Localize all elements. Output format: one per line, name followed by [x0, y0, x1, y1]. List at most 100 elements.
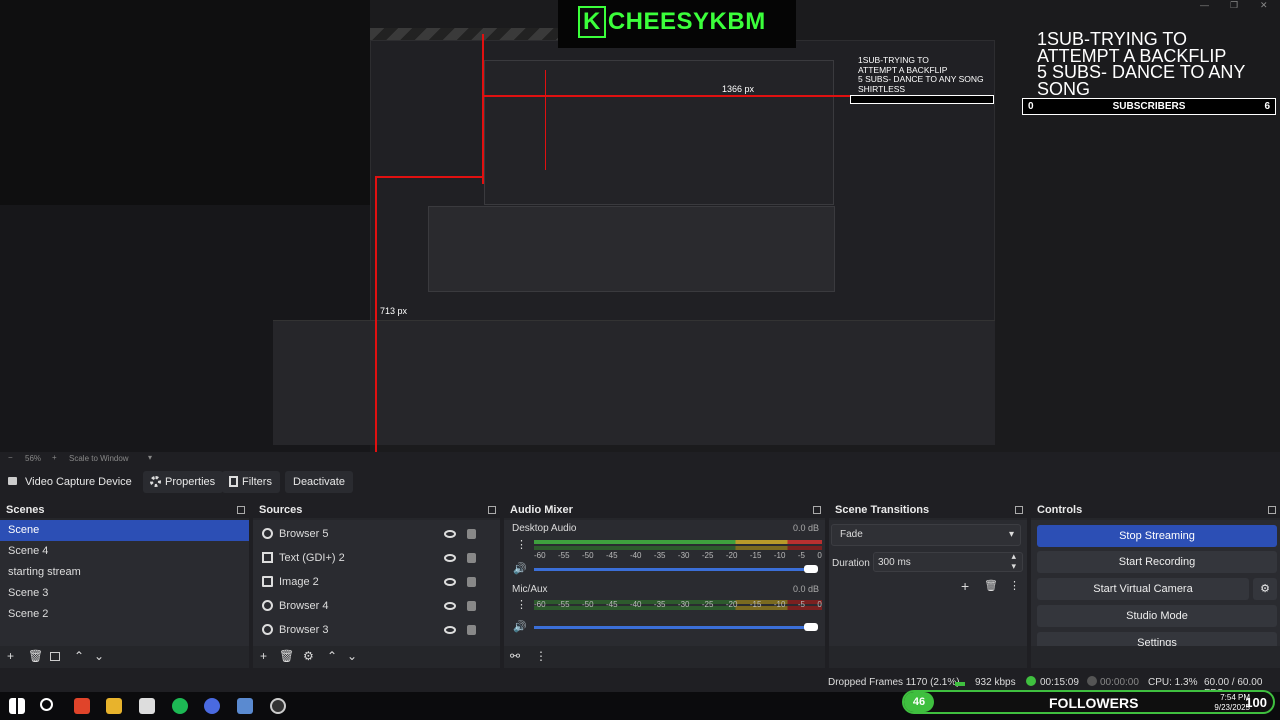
scene-item[interactable]: starting stream	[0, 562, 249, 583]
channel-db: 0.0 dB	[792, 523, 819, 533]
zoom-level: 56%	[25, 454, 42, 463]
scene-item[interactable]: Scene	[0, 520, 249, 541]
scene-item[interactable]: Scene 2	[0, 604, 249, 625]
brave-browser-icon[interactable]	[74, 698, 90, 714]
zoom-out-icon[interactable]: −	[8, 453, 13, 462]
speaker-icon[interactable]: 🔊	[513, 562, 527, 575]
text-icon	[262, 552, 273, 563]
scene-item[interactable]: Scene 3	[0, 583, 249, 604]
lock-icon[interactable]	[467, 601, 476, 611]
move-down-icon[interactable]: ⌄	[347, 649, 357, 663]
trash-icon[interactable]: 🗑	[984, 579, 998, 592]
eye-icon[interactable]	[444, 578, 456, 586]
trash-icon[interactable]: 🗑	[28, 649, 43, 663]
start-recording-button[interactable]: Start Recording	[1037, 551, 1277, 573]
trash-icon[interactable]: 🗑	[279, 649, 294, 663]
source-item[interactable]: Image 2	[253, 570, 490, 594]
source-item[interactable]: Browser 4	[253, 594, 490, 618]
search-icon[interactable]	[40, 698, 53, 711]
kebab-menu-icon[interactable]: ⋮	[516, 538, 527, 551]
source-item[interactable]: Text (GDI+) 2	[253, 546, 490, 570]
kebab-menu-icon[interactable]: ⋮	[1009, 579, 1020, 592]
red-guide-line	[375, 176, 377, 452]
start-virtual-camera-button[interactable]: Start Virtual Camera	[1037, 578, 1249, 600]
studio-mode-button[interactable]: Studio Mode	[1037, 605, 1277, 627]
speaker-icon[interactable]: 🔊	[513, 620, 527, 633]
duration-input[interactable]: 300 ms ▴ ▾	[873, 551, 1023, 572]
system-clock[interactable]: 7:54 PM 9/23/2025	[1214, 693, 1250, 713]
undock-icon[interactable]	[488, 506, 496, 514]
add-icon[interactable]: +	[961, 578, 969, 594]
close-icon[interactable]: ✕	[1260, 0, 1268, 11]
meter-tick: -30	[677, 551, 690, 560]
add-icon[interactable]: +	[7, 649, 14, 663]
volume-slider[interactable]	[534, 568, 814, 571]
undock-icon[interactable]	[1268, 506, 1276, 514]
lock-icon[interactable]	[467, 625, 476, 635]
meter-tick: -35	[653, 551, 666, 560]
minimize-icon[interactable]: —	[1200, 0, 1209, 10]
channel-name: Desktop Audio	[512, 523, 577, 534]
obs-icon[interactable]	[270, 698, 286, 714]
signal-icon	[955, 676, 965, 686]
scene-item[interactable]: Scene 4	[0, 541, 249, 562]
nested-obs-docks	[273, 320, 995, 445]
cpu-usage: CPU: 1.3%	[1148, 677, 1198, 688]
volume-knob[interactable]	[804, 565, 818, 573]
kebab-menu-icon[interactable]: ⋮	[516, 598, 527, 611]
undock-icon[interactable]	[1015, 506, 1023, 514]
deactivate-button[interactable]: Deactivate	[285, 471, 353, 493]
lock-icon[interactable]	[467, 529, 476, 539]
channel-name: Mic/Aux	[512, 584, 548, 595]
controls-title: Controls	[1031, 502, 1280, 518]
store-icon[interactable]	[139, 698, 155, 714]
volume-slider[interactable]	[534, 626, 814, 629]
stop-streaming-button[interactable]: Stop Streaming	[1037, 525, 1277, 547]
followers-count: 46	[904, 692, 934, 712]
move-up-icon[interactable]: ⌃	[74, 649, 84, 663]
gear-icon[interactable]: ⚙	[303, 649, 314, 663]
chevron-down-icon[interactable]: ▾	[148, 453, 152, 462]
eye-icon[interactable]	[444, 530, 456, 538]
duration-label: Duration	[832, 558, 870, 569]
lock-icon[interactable]	[467, 577, 476, 587]
chat-app-icon[interactable]	[204, 698, 220, 714]
filters-icon[interactable]	[50, 652, 60, 661]
undock-icon[interactable]	[237, 506, 245, 514]
eye-icon[interactable]	[444, 626, 456, 634]
preview-canvas[interactable]: K CHEESYKBM 1366 px 713 px 1SUB-TRYING TO…	[0, 0, 1280, 452]
camera-icon	[8, 477, 17, 485]
lock-icon[interactable]	[467, 553, 476, 563]
link-icon[interactable]: ⚯	[510, 649, 520, 663]
app-icon[interactable]	[237, 698, 253, 714]
spotify-icon[interactable]	[172, 698, 188, 714]
eye-icon[interactable]	[444, 554, 456, 562]
maximize-icon[interactable]: ❐	[1230, 0, 1238, 11]
move-down-icon[interactable]: ⌄	[94, 649, 104, 663]
source-item[interactable]: Browser 5	[253, 522, 490, 546]
properties-button[interactable]: Properties	[143, 471, 224, 493]
subscribers-label: SUBSCRIBERS	[1112, 101, 1186, 112]
undock-icon[interactable]	[813, 506, 821, 514]
transition-select[interactable]: Fade ▾	[831, 524, 1021, 546]
eye-icon[interactable]	[444, 602, 456, 610]
meter-tick: -60	[534, 551, 546, 560]
windows-start-icon[interactable]	[9, 698, 25, 714]
window-controls[interactable]: — ❐ ✕	[1190, 0, 1280, 12]
move-up-icon[interactable]: ⌃	[327, 649, 337, 663]
file-explorer-icon[interactable]	[106, 698, 122, 714]
stepper-down-icon[interactable]: ▾	[1011, 561, 1016, 572]
scale-mode[interactable]: Scale to Window	[69, 454, 129, 463]
filters-button[interactable]: Filters	[222, 471, 280, 493]
meter-tick: -60	[534, 600, 546, 609]
record-status-icon	[1087, 676, 1097, 686]
meter-tick: -20	[725, 551, 738, 560]
add-icon[interactable]: +	[260, 649, 267, 663]
volume-knob[interactable]	[804, 623, 818, 631]
gear-icon: ⚙	[1260, 583, 1270, 595]
zoom-in-icon[interactable]: +	[52, 453, 57, 462]
kebab-menu-icon[interactable]: ⋮	[535, 649, 547, 663]
virtual-camera-settings-button[interactable]: ⚙	[1253, 578, 1277, 600]
meter-tick: -25	[701, 551, 714, 560]
source-item[interactable]: Browser 3	[253, 618, 490, 642]
